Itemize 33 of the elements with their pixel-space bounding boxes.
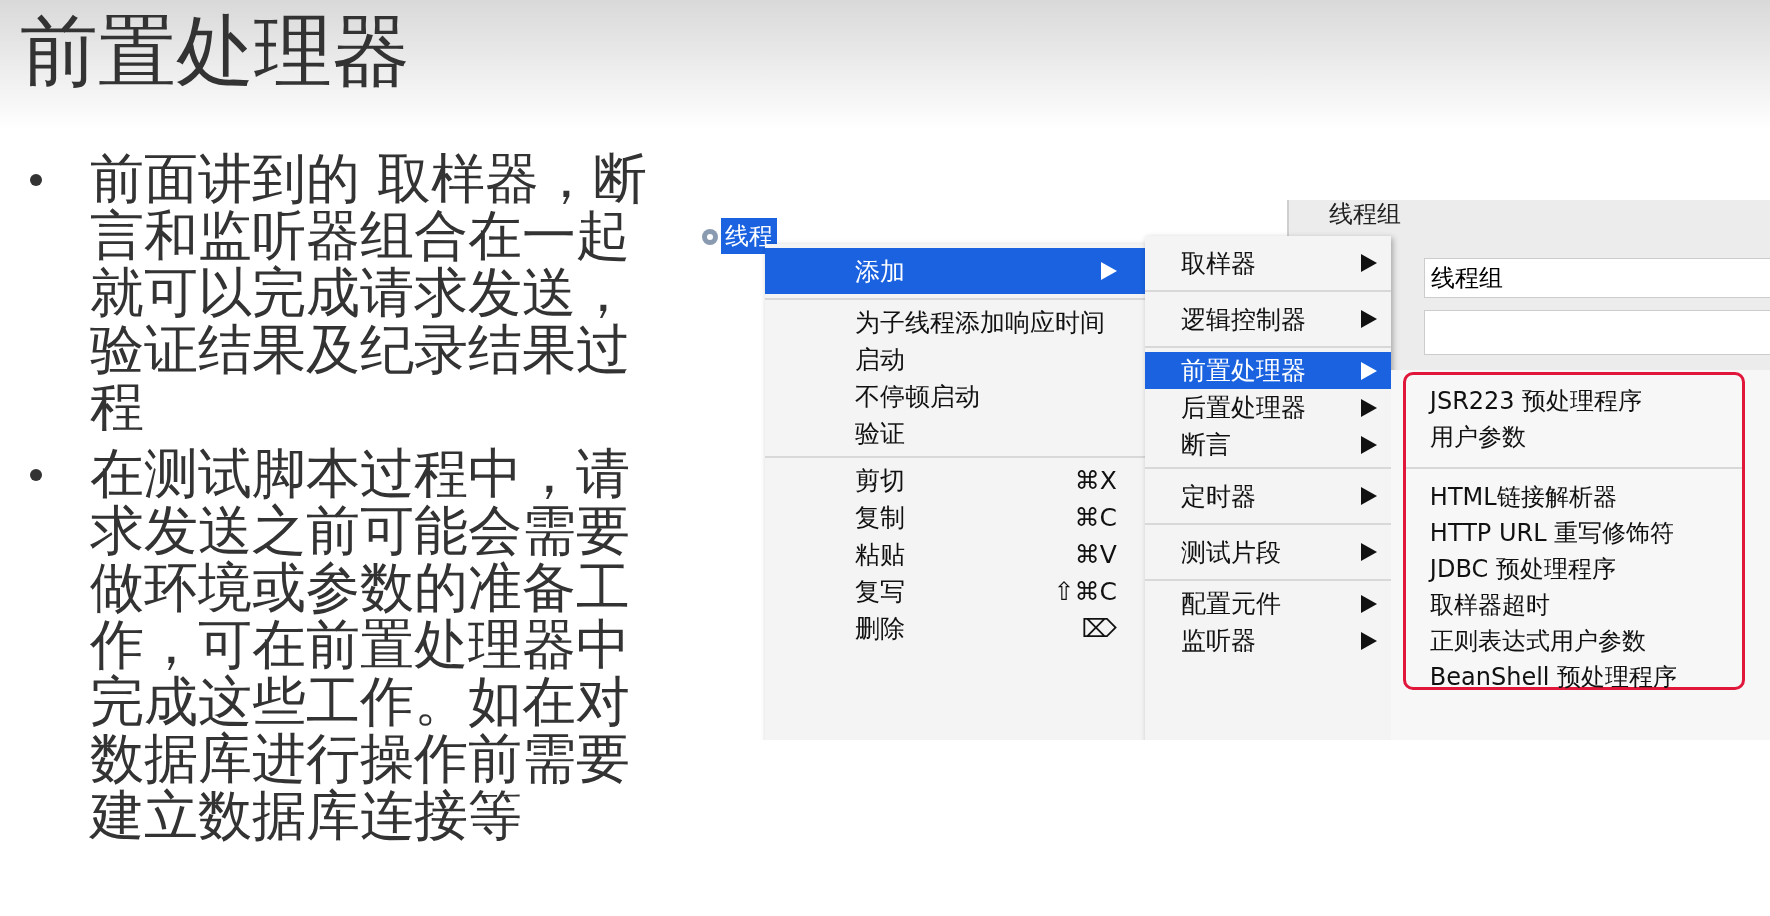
bullet-text: 在测试脚本过程中，请求发送之前可能会需要做环境或参数的准备工作，可在前置处理器中完成这些工作。如在对数据库进行操作前需要建立数据库连接等 [90,445,631,844]
menu-item[interactable]: 复写 ⇧⌘C [764,573,1145,610]
menu-item[interactable]: 验证 [764,415,1145,452]
menu-item[interactable]: 剪切 ⌘X [764,462,1145,499]
panel-header: 线程组 [1328,202,1401,226]
menu-item[interactable]: 正则表达式用户参数 [1405,623,1742,659]
bullet-text: 前面讲到的 取样器，断言和监听器组合在一起就可以完成请求发送，验证结果及纪录结果过程 [90,150,649,435]
menu-item[interactable]: BeanShell 预处理程序 [1405,659,1742,695]
menu-item[interactable]: 配置元件 [1144,585,1391,622]
menu-item[interactable]: 定时器 [1144,473,1391,519]
menu-item[interactable]: JSR223 预处理程序 [1405,383,1742,419]
slide-title: 前置处理器 [20,12,411,90]
menu-item[interactable]: 取样器 [1144,240,1391,286]
menu-item[interactable]: 测试片段 [1144,529,1391,575]
menu-item[interactable]: HTTP URL 重写修饰符 [1405,515,1742,551]
menu-item[interactable]: 添加 [764,248,1145,294]
menu-item[interactable]: 后置处理器 [1144,389,1391,426]
menu-item[interactable]: 删除 ⌦ [764,610,1145,647]
comment-field[interactable] [1423,310,1770,355]
menu-item[interactable]: 粘贴 ⌘V [764,536,1145,573]
menu-item[interactable]: HTML链接解析器 [1405,479,1742,515]
menu-item[interactable]: 逻辑控制器 [1144,296,1391,342]
menu-item[interactable]: 启动 [764,341,1145,378]
name-field[interactable]: 线程组 [1423,258,1770,298]
menu-item[interactable]: 复制 ⌘C [764,499,1145,536]
menu-item[interactable]: 监听器 [1144,622,1391,659]
menu-item[interactable]: 不停顿启动 [764,378,1145,415]
menu-item[interactable]: 断言 [1144,426,1391,463]
menu-item[interactable]: 取样器超时 [1405,587,1742,623]
menu-item[interactable]: 用户参数 [1405,419,1742,455]
menu-item[interactable]: JDBC 预处理程序 [1405,551,1742,587]
menu-item[interactable]: 前置处理器 [1144,352,1391,389]
menu-item[interactable]: 为子线程添加响应时间 [764,304,1145,341]
